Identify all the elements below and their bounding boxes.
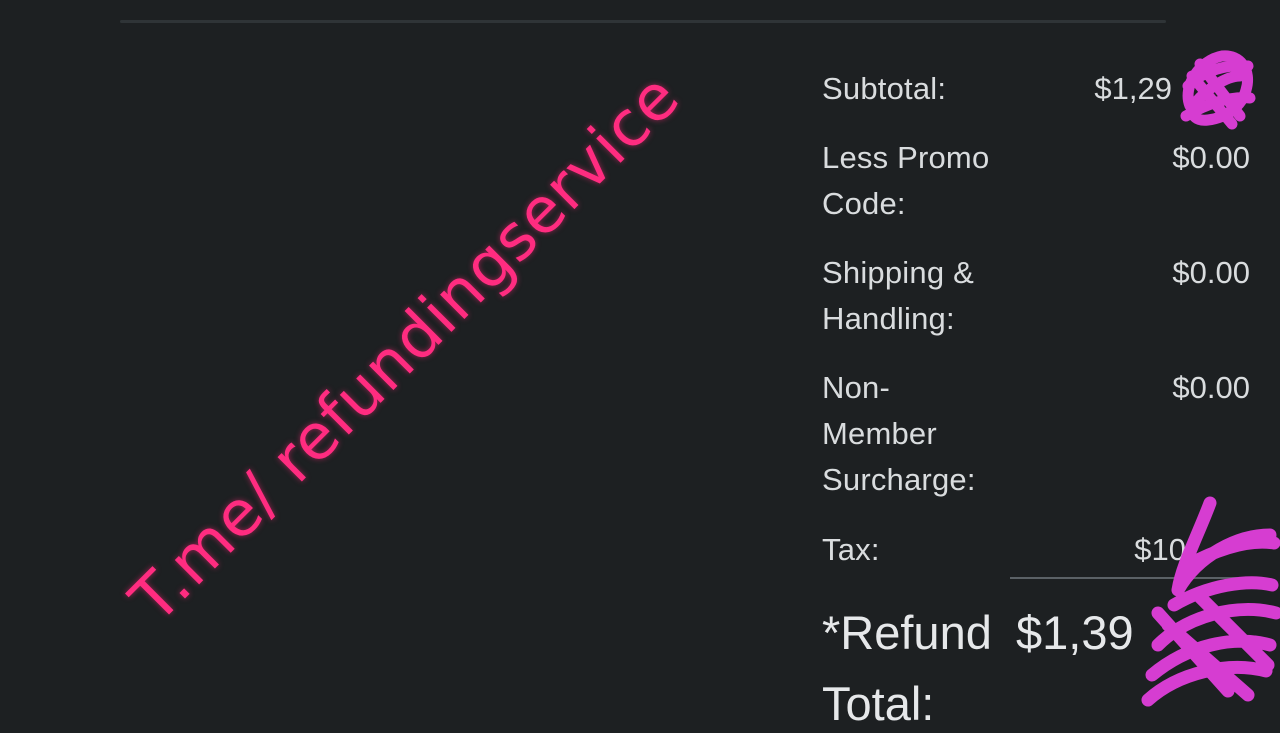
tax-value: $10 — [1134, 532, 1186, 567]
refund-total-label: *Refund — [822, 606, 992, 659]
top-divider — [120, 20, 1166, 23]
redaction-scribble-subtotal — [1180, 50, 1256, 130]
total-divider — [1010, 577, 1260, 579]
tax-label: Tax: — [822, 532, 880, 567]
refund-total-value: $1,39 — [1016, 606, 1134, 659]
surcharge-value: $0.00 — [1172, 370, 1250, 405]
surcharge-label: Non-Member Surcharge: — [822, 370, 976, 497]
shipping-label: Shipping & Handling: — [822, 255, 974, 336]
shipping-value: $0.00 — [1172, 255, 1250, 290]
promo-code-value: $0.00 — [1172, 140, 1250, 175]
subtotal-label: Subtotal: — [822, 71, 947, 106]
promo-code-label: Less Promo Code: — [822, 140, 990, 221]
watermark-text: T.me/ refundingservice — [116, 59, 694, 637]
subtotal-value: $1,29 — [1094, 71, 1172, 106]
refund-total-label-line2: Total: — [822, 677, 935, 730]
